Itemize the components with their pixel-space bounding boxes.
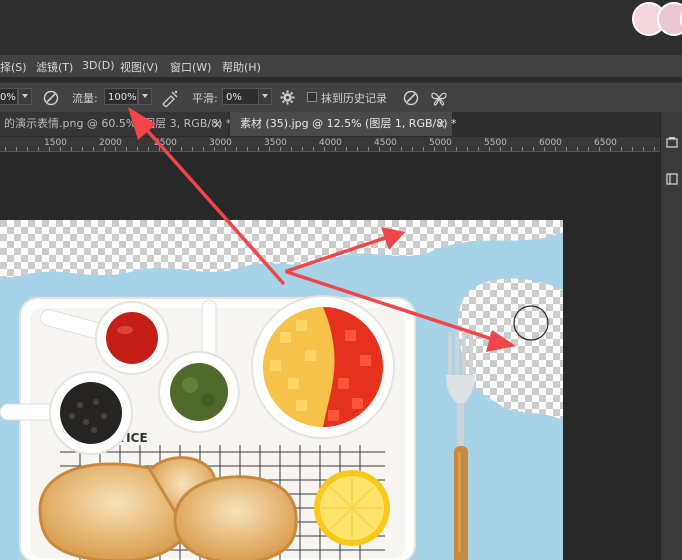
brush-cursor (513, 305, 549, 341)
annotation-arrows (128, 107, 549, 352)
